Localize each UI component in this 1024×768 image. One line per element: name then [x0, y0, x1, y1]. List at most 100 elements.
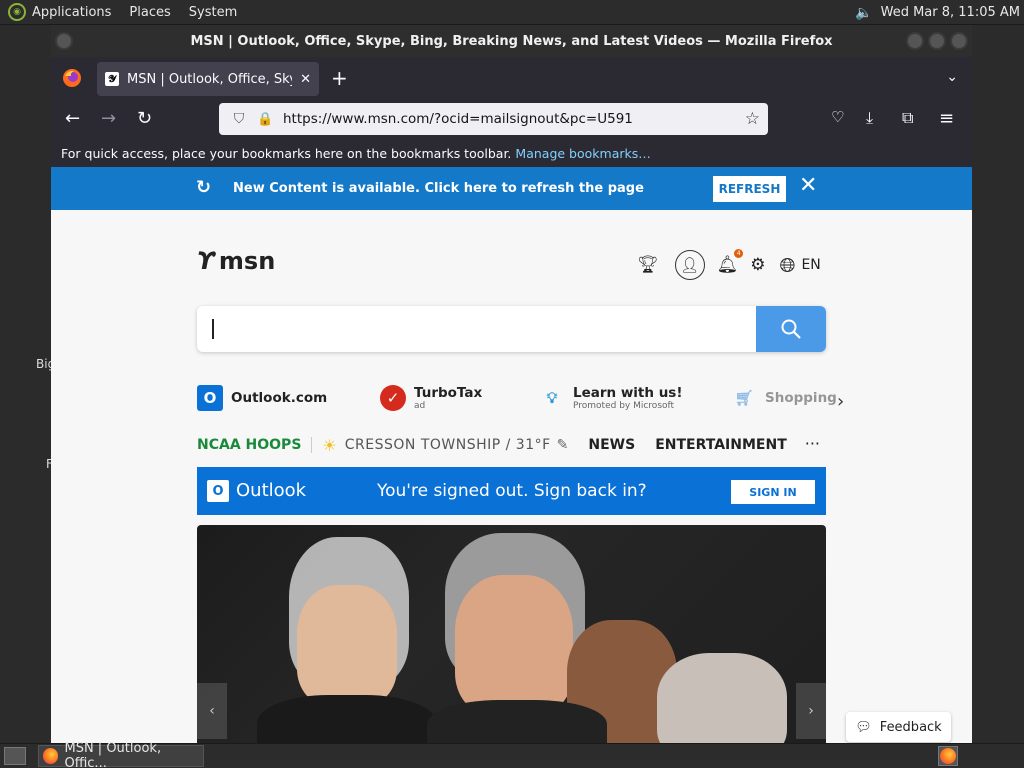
refresh-banner[interactable]: ↻ New Content is available. Click here t…: [51, 167, 972, 210]
carousel-prev-icon[interactable]: ‹: [197, 683, 227, 739]
msn-butterfly-icon: ϒ: [197, 247, 215, 275]
tracking-protection-icon[interactable]: ⛉: [229, 111, 249, 127]
language-label[interactable]: EN: [801, 257, 820, 273]
bookmarks-toolbar: For quick access, place your bookmarks h…: [51, 139, 972, 167]
refresh-banner-text[interactable]: New Content is available. Click here to …: [233, 181, 644, 196]
show-desktop-button[interactable]: [4, 747, 26, 765]
gnome-foot-icon[interactable]: ◉: [8, 3, 26, 21]
extensions-icon[interactable]: ⧉: [902, 108, 913, 128]
new-tab-button[interactable]: +: [331, 66, 348, 90]
outlook-message: You're signed out. Sign back in?: [377, 481, 647, 501]
quicklink-sub: Promoted by Microsoft: [573, 401, 675, 411]
navigation-toolbar: ← → ↻ ⛉ 🔒 https://www.msn.com/?ocid=mail…: [51, 99, 972, 139]
hero-suit: [257, 695, 437, 743]
divider: [311, 437, 313, 453]
firefox-view-icon[interactable]: [59, 65, 85, 91]
active-tab[interactable]: 𝓨 MSN | Outlook, Office, Skype ✕: [97, 62, 319, 96]
msn-favicon-icon: 𝓨: [105, 72, 119, 86]
app-menu-icon[interactable]: ≡: [939, 108, 954, 129]
outlook-logo-icon: O: [207, 480, 229, 502]
places-menu[interactable]: Places: [129, 5, 170, 20]
quick-links: O Outlook.com ✓ TurboTax ad 💡︎ Learn with…: [197, 385, 857, 421]
turbotax-check-icon: ✓: [380, 385, 406, 411]
hero-face: [297, 585, 397, 705]
quicklink-title: Shopping: [765, 390, 837, 406]
refresh-button[interactable]: REFRESH: [713, 176, 786, 202]
bottom-panel: MSN | Outlook, Offic...: [0, 741, 1024, 768]
quicklink-learn[interactable]: 💡︎ Learn with us! Promoted by Microsoft: [539, 385, 683, 411]
firefox-window: MSN | Outlook, Office, Skype, Bing, Brea…: [51, 25, 972, 743]
close-tab-icon[interactable]: ✕: [300, 72, 311, 87]
manage-bookmarks-link[interactable]: Manage bookmarks…: [515, 146, 650, 161]
quicklink-title: Outlook.com: [231, 390, 328, 406]
pocket-icon[interactable]: ♡: [831, 108, 844, 126]
url-text[interactable]: https://www.msn.com/?ocid=mailsignout&pc…: [283, 111, 745, 127]
system-menu[interactable]: System: [189, 5, 237, 20]
profile-avatar-icon[interactable]: 👤︎: [674, 250, 705, 280]
more-dots-icon[interactable]: ···: [805, 434, 820, 453]
hero-face: [657, 653, 787, 743]
bookmarks-hint: For quick access, place your bookmarks h…: [61, 145, 512, 161]
news-link[interactable]: NEWS: [588, 437, 635, 453]
ncaa-hoops-link[interactable]: NCAA HOOPS: [197, 437, 301, 453]
window-menu-button[interactable]: [55, 32, 73, 50]
clock[interactable]: Wed Mar 8, 11:05 AM: [881, 5, 1020, 20]
msn-logo-text: msn: [218, 247, 276, 275]
quicklink-turbotax[interactable]: ✓ TurboTax ad: [380, 385, 482, 411]
hero-suit: [427, 700, 607, 743]
reload-icon[interactable]: ↻: [137, 108, 152, 129]
hero-news-image[interactable]: ‹ ›: [197, 525, 826, 743]
category-nav: NCAA HOOPS ☀ CRESSON TOWNSHIP / 31°F ✎ N…: [197, 432, 826, 458]
lock-icon[interactable]: 🔒: [257, 112, 275, 127]
search-box[interactable]: [197, 306, 826, 352]
outlook-name: Outlook: [236, 480, 307, 501]
volume-icon[interactable]: 🔈: [855, 5, 872, 21]
applications-menu[interactable]: Applications: [32, 5, 111, 20]
outlook-icon: O: [197, 385, 223, 411]
quicklink-outlook[interactable]: O Outlook.com: [197, 385, 327, 411]
downloads-icon[interactable]: ⤓: [866, 108, 873, 128]
lightbulb-icon: 💡︎: [546, 389, 558, 407]
list-all-tabs-icon[interactable]: ⌄: [946, 69, 958, 85]
workspace-switcher[interactable]: [938, 746, 958, 766]
feedback-button[interactable]: 💬︎ Feedback: [846, 712, 951, 742]
search-button[interactable]: [756, 306, 826, 352]
refresh-circle-icon: ↻: [196, 177, 212, 198]
close-window-button[interactable]: [950, 32, 968, 50]
quicklink-title: Learn with us!: [573, 385, 683, 401]
edit-pencil-icon[interactable]: ✎: [557, 437, 569, 453]
outlook-signin-banner: O Outlook You're signed out. Sign back i…: [197, 467, 826, 515]
tab-title: MSN | Outlook, Office, Skype: [127, 71, 292, 87]
firefox-icon: [43, 748, 59, 764]
feedback-label: Feedback: [879, 719, 942, 735]
entertainment-link[interactable]: ENTERTAINMENT: [655, 437, 787, 453]
bookmark-star-icon[interactable]: ☆: [745, 109, 760, 129]
msn-logo[interactable]: ϒ msn: [197, 247, 275, 275]
window-title: MSN | Outlook, Office, Skype, Bing, Brea…: [190, 33, 833, 49]
quicklink-sub: ad: [414, 401, 426, 411]
window-titlebar[interactable]: MSN | Outlook, Office, Skype, Bing, Brea…: [51, 25, 972, 57]
forward-icon[interactable]: →: [101, 108, 116, 129]
url-bar[interactable]: ⛉ 🔒 https://www.msn.com/?ocid=mailsignou…: [219, 103, 768, 135]
top-panel: ◉ Applications Places System 🔈 Wed Mar 8…: [0, 0, 1024, 25]
language-globe-icon[interactable]: 🌐︎: [779, 253, 795, 277]
minimize-button[interactable]: [906, 32, 924, 50]
taskbar-window-button[interactable]: MSN | Outlook, Offic...: [38, 741, 204, 768]
hero-face: [455, 575, 573, 715]
feedback-icon: 💬︎: [855, 719, 872, 735]
chevron-right-icon[interactable]: ›: [837, 391, 844, 412]
maximize-button[interactable]: [928, 32, 946, 50]
carousel-next-icon[interactable]: ›: [796, 683, 826, 739]
back-icon[interactable]: ←: [65, 108, 80, 129]
quicklink-title: TurboTax: [414, 385, 483, 401]
close-banner-icon[interactable]: ✕: [799, 173, 817, 198]
quicklink-shopping[interactable]: 🛒︎ Shopping: [731, 385, 837, 411]
notification-badge: 4: [734, 249, 744, 258]
search-input[interactable]: [212, 319, 214, 339]
weather-location[interactable]: CRESSON TOWNSHIP / 31°F: [345, 437, 551, 453]
header-actions: 🏆︎ 👤︎ 🔔︎ 4 ⚙ 🌐︎ EN: [637, 249, 821, 280]
rewards-trophy-icon[interactable]: 🏆︎: [637, 255, 659, 275]
settings-gear-icon[interactable]: ⚙: [750, 255, 765, 275]
sign-in-button[interactable]: SIGN IN: [731, 480, 815, 504]
notifications-bell-icon[interactable]: 🔔︎ 4: [717, 249, 744, 275]
